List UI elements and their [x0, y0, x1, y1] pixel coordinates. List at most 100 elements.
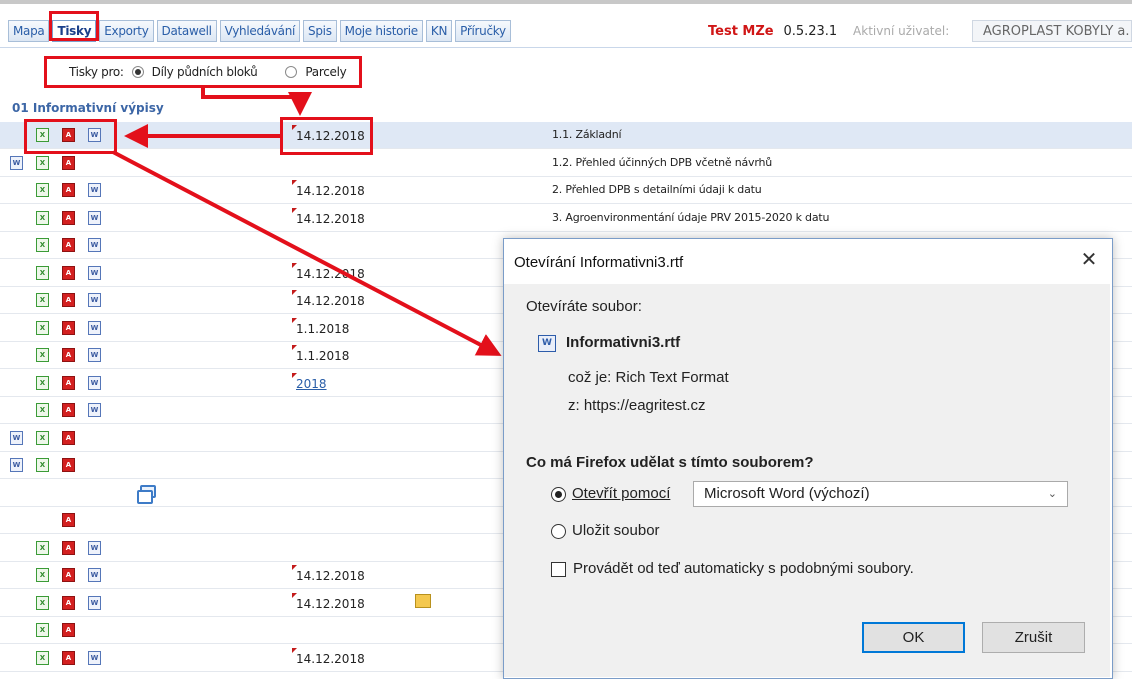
tab-prirucky[interactable]: Příručky — [455, 20, 511, 42]
app-select-value: Microsoft Word (výchozí) — [704, 485, 870, 502]
ok-button[interactable]: OK — [862, 622, 965, 653]
excel-icon[interactable]: X — [36, 238, 49, 252]
row-date: 1.1.2018 — [296, 349, 350, 363]
table-row[interactable]: W X A 1.2. Přehled účinných DPB včetně návr… — [0, 150, 1132, 177]
tab-moje-historie[interactable]: Moje historie — [339, 20, 423, 42]
excel-icon[interactable]: X — [36, 210, 49, 225]
table-row[interactable]: X A W 14.12.2018 3. Agroenvironmentání údaje… — [0, 205, 1132, 232]
word-icon[interactable]: W — [88, 403, 101, 417]
app-select[interactable]: Microsoft Word (výchozí) ⌄ — [693, 481, 1068, 507]
row-date: 14.12.2018 — [296, 184, 365, 198]
excel-icon[interactable]: X — [36, 293, 49, 307]
pdf-icon[interactable]: A — [62, 430, 75, 445]
window-icon[interactable] — [137, 484, 156, 504]
tab-mapa[interactable]: Mapa — [8, 20, 50, 42]
pdf-icon[interactable]: A — [62, 623, 75, 637]
tab-spis[interactable]: Spis — [303, 20, 337, 42]
word-icon[interactable]: W — [88, 183, 101, 197]
save-file-label[interactable]: Uložit soubor — [572, 522, 660, 539]
print-for-selector: Tisky pro: Díly půdních bloků Parcely — [44, 56, 362, 88]
row-title: 2. Přehled DPB s detailními údaji k datu — [552, 183, 762, 196]
row-date: 1.1.2018 — [296, 321, 350, 336]
file-open-dialog: Otevírání Informativni3.rtf ✕ Otevíráte … — [503, 238, 1113, 679]
excel-icon[interactable]: X — [36, 403, 49, 417]
word-icon[interactable]: W — [88, 210, 101, 225]
word-icon[interactable]: W — [88, 595, 101, 610]
row-title: 3. Agroenvironmentání údaje PRV 2015-202… — [552, 210, 830, 224]
word-icon[interactable]: W — [88, 650, 101, 665]
header-info: Test MZe 0.5.23.1 Aktivní uživatel: — [708, 20, 949, 42]
excel-icon[interactable]: X — [36, 155, 49, 170]
radio-save-file[interactable] — [551, 524, 566, 539]
auto-checkbox[interactable] — [551, 562, 566, 577]
excel-icon[interactable]: X — [36, 458, 49, 472]
pdf-icon[interactable]: A — [62, 458, 75, 472]
word-icon[interactable]: W — [10, 458, 23, 472]
tab-vyhledavani[interactable]: Vyhledávání — [219, 20, 301, 42]
folder-icon[interactable] — [415, 593, 431, 608]
word-icon[interactable]: W — [88, 540, 101, 555]
excel-icon[interactable]: X — [36, 375, 49, 390]
pdf-icon[interactable]: A — [62, 348, 75, 362]
highlight-tab — [49, 11, 99, 41]
row-date: 14.12.2018 — [296, 266, 365, 281]
pdf-icon[interactable]: A — [62, 265, 75, 280]
pdf-icon[interactable]: A — [62, 320, 75, 335]
tab-exporty[interactable]: Exporty — [99, 20, 154, 42]
excel-icon[interactable]: X — [36, 265, 49, 280]
word-icon[interactable]: W — [88, 568, 101, 582]
excel-icon[interactable]: X — [36, 595, 49, 610]
row-date: 14.12.2018 — [296, 294, 365, 308]
radio-open-with[interactable] — [551, 487, 566, 502]
radio-dpb-label[interactable]: Díly půdních bloků — [152, 65, 258, 79]
pdf-icon[interactable]: A — [62, 403, 75, 417]
pdf-icon[interactable]: A — [62, 293, 75, 307]
open-with-label[interactable]: Otevřít pomocí — [572, 485, 670, 502]
word-icon[interactable]: W — [88, 375, 101, 390]
cancel-button[interactable]: Zrušit — [982, 622, 1085, 653]
file-source: z: https://eagritest.cz — [568, 397, 706, 414]
excel-icon[interactable]: X — [36, 348, 49, 362]
row-title: 1.1. Základní — [552, 128, 622, 141]
pdf-icon[interactable]: A — [62, 595, 75, 610]
pdf-icon[interactable]: A — [62, 238, 75, 252]
excel-icon[interactable]: X — [36, 540, 49, 555]
table-row[interactable]: X A W 14.12.2018 1.1. Základní — [0, 122, 1132, 149]
pdf-icon[interactable]: A — [62, 650, 75, 665]
word-icon[interactable]: W — [88, 265, 101, 280]
word-icon[interactable]: W — [10, 155, 23, 170]
tab-kn[interactable]: KN — [425, 20, 453, 42]
auto-checkbox-label[interactable]: Provádět od teď automaticky s podobnými … — [573, 560, 914, 577]
pdf-icon[interactable]: A — [62, 183, 75, 197]
active-user-field[interactable]: AGROPLAST KOBYLY a. — [972, 20, 1132, 42]
radio-parcely[interactable] — [285, 66, 298, 78]
word-icon[interactable]: W — [10, 430, 23, 445]
excel-icon[interactable]: X — [36, 183, 49, 197]
excel-icon[interactable]: X — [36, 623, 49, 637]
pdf-icon[interactable]: A — [62, 513, 75, 527]
pdf-icon[interactable]: A — [62, 375, 75, 390]
radio-parcely-label[interactable]: Parcely — [305, 65, 346, 79]
pdf-icon[interactable]: A — [62, 540, 75, 555]
excel-icon[interactable]: X — [36, 568, 49, 582]
close-icon[interactable]: ✕ — [1076, 247, 1102, 273]
excel-icon[interactable]: X — [36, 320, 49, 335]
table-row[interactable]: X A W 14.12.2018 2. Přehled DPB s detailními… — [0, 177, 1132, 204]
highlight-icons — [24, 119, 117, 154]
header-divider — [0, 47, 1132, 48]
excel-icon[interactable]: X — [36, 650, 49, 665]
environment-label: Test MZe — [708, 24, 774, 39]
pdf-icon[interactable]: A — [62, 210, 75, 225]
row-date[interactable]: 2018 — [296, 377, 327, 391]
tab-datawell[interactable]: Datawell — [156, 20, 217, 42]
version-label: 0.5.23.1 — [783, 24, 838, 39]
row-date: 14.12.2018 — [296, 211, 365, 226]
pdf-icon[interactable]: A — [62, 568, 75, 582]
word-icon[interactable]: W — [88, 293, 101, 307]
excel-icon[interactable]: X — [36, 430, 49, 445]
word-icon[interactable]: W — [88, 320, 101, 335]
word-icon[interactable]: W — [88, 348, 101, 362]
pdf-icon[interactable]: A — [62, 155, 75, 170]
word-icon[interactable]: W — [88, 238, 101, 252]
radio-dpb[interactable] — [131, 66, 144, 78]
